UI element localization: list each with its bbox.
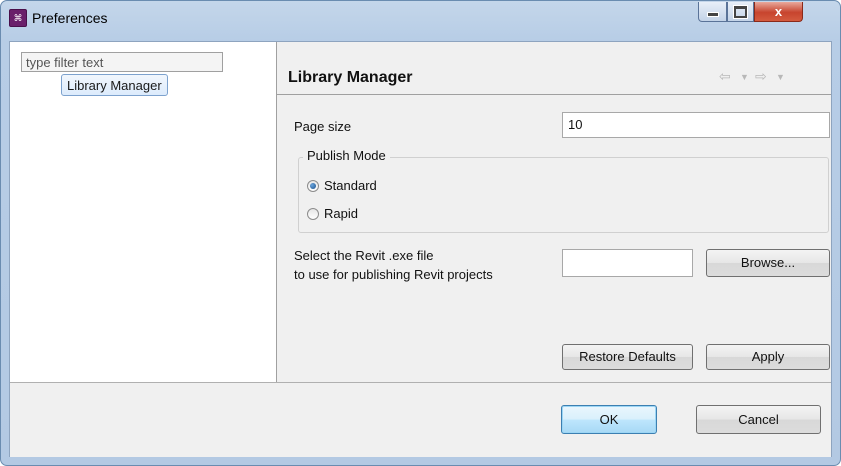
radio-rapid-label: Rapid [324,206,358,221]
close-icon: x [774,4,783,19]
restore-defaults-button[interactable]: Restore Defaults [562,344,693,370]
publish-mode-title: Publish Mode [303,148,390,163]
revit-exe-label-line1: Select the Revit .exe file [294,248,434,263]
window-title: Preferences [32,10,108,26]
page-title: Library Manager [288,69,413,86]
title-bar[interactable]: ⌘ Preferences x [1,1,840,33]
radio-unselected-icon [307,207,319,220]
maximize-button[interactable] [727,2,754,22]
publish-mode-group [298,157,829,233]
dialog-footer: OK Cancel [10,382,831,457]
maximize-icon [734,5,747,18]
forward-arrow-icon[interactable]: ⇨ [755,68,767,85]
close-button[interactable]: x [754,2,803,22]
page-size-input[interactable]: 10 [562,112,830,138]
ok-button[interactable]: OK [561,405,657,434]
radio-selected-icon [307,179,319,192]
dialog-client-area: Library Manager Library Manager ⇦ ▼ ⇨ ▼ … [9,41,832,457]
app-icon: ⌘ [9,9,27,27]
back-arrow-icon[interactable]: ⇦ [719,68,731,85]
apply-button[interactable]: Apply [706,344,830,370]
preference-tree-pane: Library Manager [10,42,277,382]
forward-menu-chevron-icon[interactable]: ▼ [776,72,785,82]
minimize-button[interactable] [698,2,727,22]
tree-item-library-manager[interactable]: Library Manager [61,74,168,96]
filter-input[interactable] [21,52,223,72]
radio-standard[interactable]: Standard [307,178,377,193]
cancel-button[interactable]: Cancel [696,405,821,434]
minimize-icon [706,12,719,17]
browse-button[interactable]: Browse... [706,249,830,277]
page-header: Library Manager ⇦ ▼ ⇨ ▼ [277,42,831,95]
preferences-window: ⌘ Preferences x Library Manager Library … [0,0,841,466]
preference-page: Library Manager ⇦ ▼ ⇨ ▼ Page size 10 Pub… [277,42,831,382]
page-size-label: Page size [294,119,352,134]
radio-rapid[interactable]: Rapid [307,206,358,221]
back-menu-chevron-icon[interactable]: ▼ [740,72,749,82]
radio-standard-label: Standard [324,178,377,193]
revit-exe-label-line2: to use for publishing Revit projects [294,267,493,282]
revit-exe-path-input[interactable] [562,249,693,277]
